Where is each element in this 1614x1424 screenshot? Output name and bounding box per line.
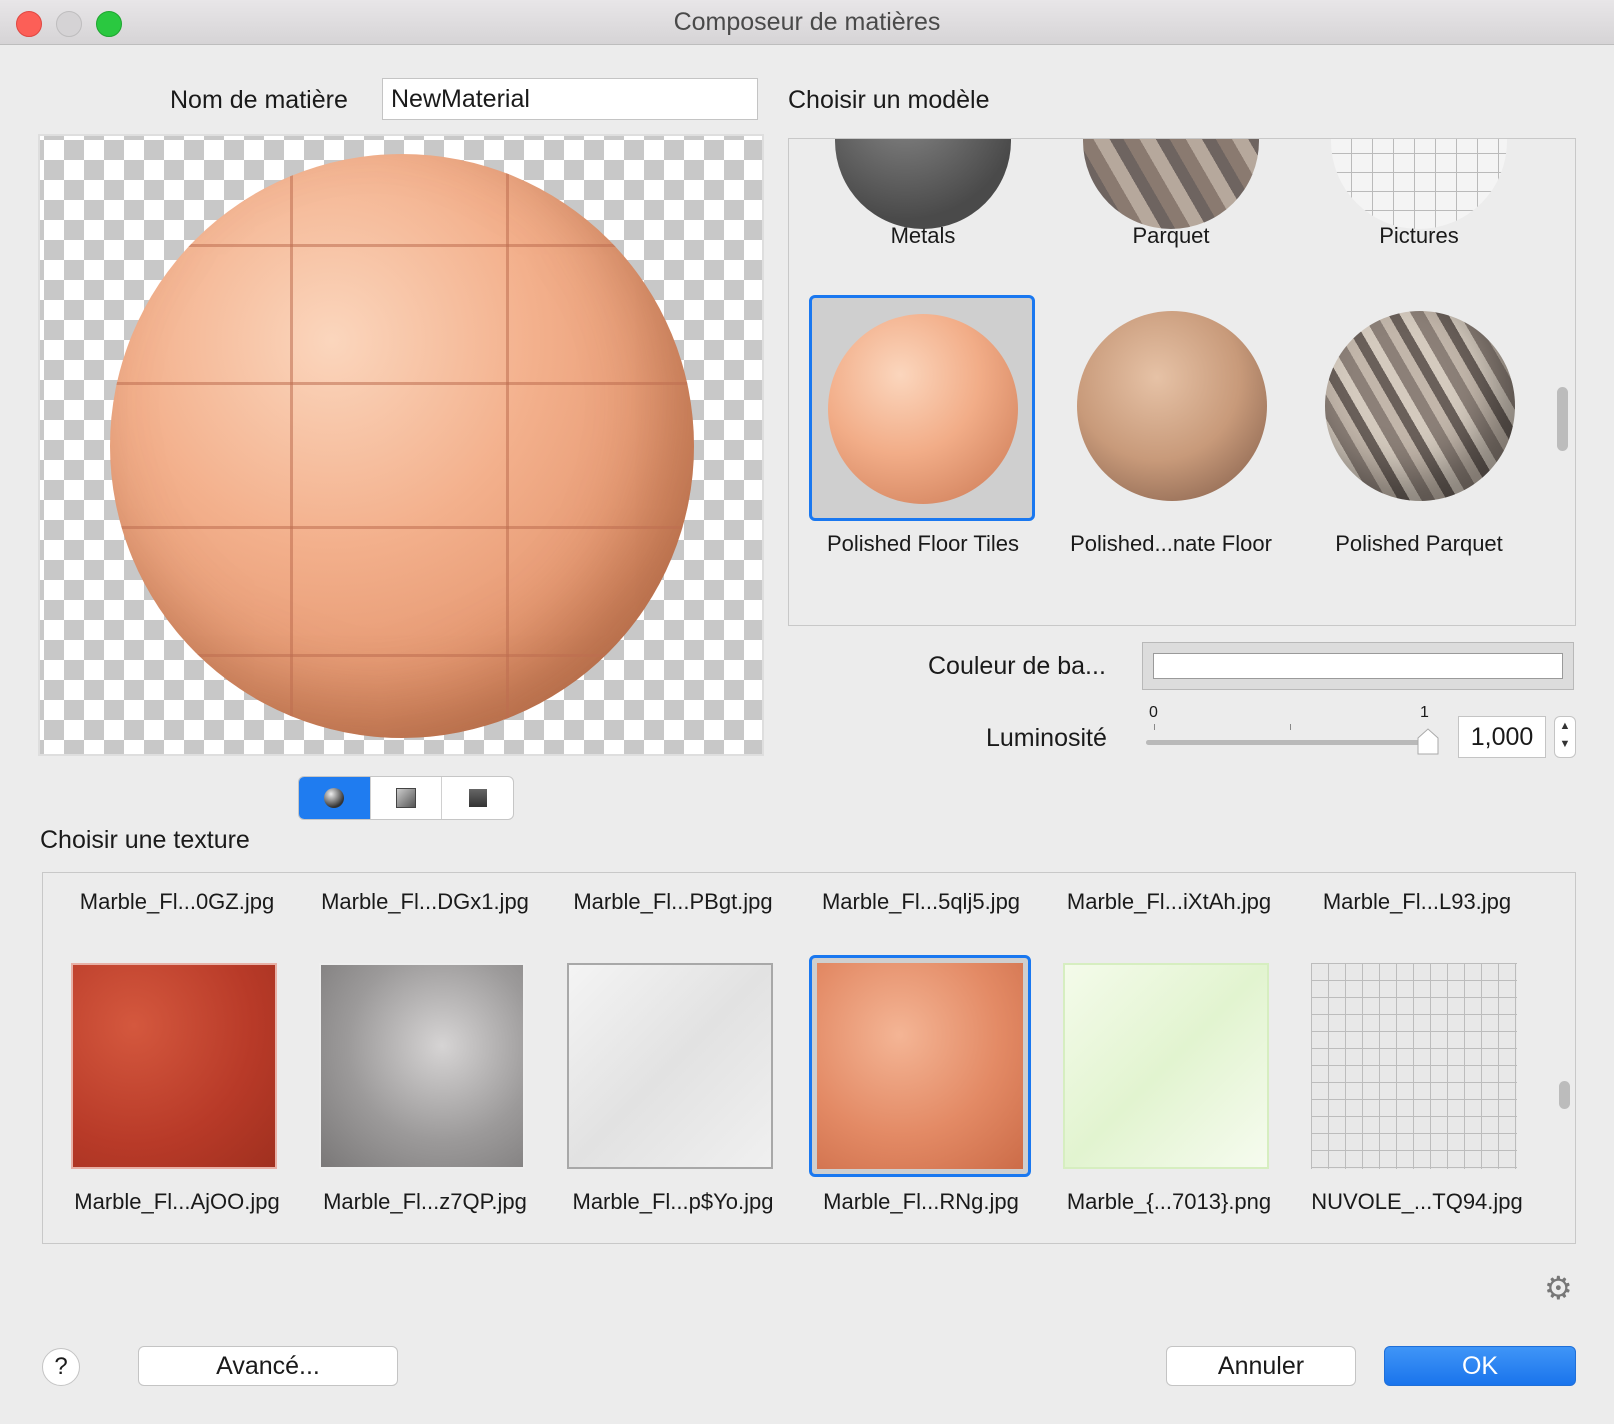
cancel-button[interactable]: Annuler bbox=[1166, 1346, 1356, 1386]
texture-thumbnail-grey-tiles[interactable] bbox=[1311, 963, 1517, 1169]
texture-thumbnail-red-marble[interactable] bbox=[71, 963, 277, 1169]
texture-label: Marble_Fl...DGx1.jpg bbox=[321, 889, 529, 914]
plane-shape-button[interactable] bbox=[442, 777, 513, 819]
luminosity-label: Luminosité bbox=[986, 724, 1107, 752]
cube-icon bbox=[396, 788, 416, 808]
pictures-thumbnail[interactable] bbox=[1331, 139, 1507, 229]
model-label-metals: Metals bbox=[890, 223, 956, 248]
texture-label: Marble_{...7013}.png bbox=[1066, 1189, 1272, 1214]
parquet-thumbnail[interactable] bbox=[1083, 139, 1259, 229]
model-label-polished-floor-tiles: Polished Floor Tiles bbox=[827, 531, 1019, 556]
model-label-polished-laminate-floor: Polished...nate Floor bbox=[1070, 531, 1272, 556]
luminosity-slider[interactable] bbox=[1146, 740, 1426, 745]
plane-icon bbox=[468, 789, 487, 807]
model-grid: Metals Parquet Pictures Polished Floor T… bbox=[788, 138, 1576, 626]
luminosity-min-label: 0 bbox=[1149, 704, 1158, 721]
texture-grid: Marble_Fl...0GZ.jpg Marble_Fl...DGx1.jpg… bbox=[42, 872, 1576, 1244]
texture-label: Marble_Fl...5qlj5.jpg bbox=[821, 889, 1021, 914]
polished-floor-tiles-thumbnail bbox=[828, 314, 1018, 504]
material-name-input[interactable]: NewMaterial bbox=[382, 78, 758, 120]
texture-item-selected[interactable] bbox=[809, 955, 1031, 1177]
texture-label: NUVOLE_...TQ94.jpg bbox=[1311, 1189, 1523, 1214]
material-preview bbox=[38, 134, 764, 756]
preview-shape-selector bbox=[298, 776, 514, 820]
base-color-swatch bbox=[1153, 653, 1563, 679]
material-name-label: Nom de matière bbox=[170, 86, 348, 114]
model-label-polished-parquet: Polished Parquet bbox=[1335, 531, 1503, 556]
texture-thumbnail-salmon-marble bbox=[817, 963, 1023, 1169]
texture-label: Marble_Fl...p$Yo.jpg bbox=[572, 1189, 774, 1214]
polished-parquet-thumbnail[interactable] bbox=[1325, 311, 1515, 501]
luminosity-slider-knob[interactable] bbox=[1416, 728, 1440, 756]
sphere-shape-button[interactable] bbox=[299, 777, 371, 819]
texture-thumbnail-white-marble[interactable] bbox=[567, 963, 773, 1169]
texture-label: Marble_Fl...0GZ.jpg bbox=[79, 889, 275, 914]
polished-laminate-floor-thumbnail[interactable] bbox=[1077, 311, 1267, 501]
luminosity-slider-fill bbox=[1146, 740, 1426, 745]
model-label-parquet: Parquet bbox=[1132, 223, 1210, 248]
texture-label: Marble_Fl...z7QP.jpg bbox=[323, 1189, 527, 1214]
texture-label: Marble_Fl...PBgt.jpg bbox=[573, 889, 773, 914]
texture-label: Marble_Fl...AjOO.jpg bbox=[74, 1189, 280, 1214]
window-title: Composeur de matières bbox=[673, 8, 941, 36]
texture-thumbnail-green-marble[interactable] bbox=[1063, 963, 1269, 1169]
base-color-label: Couleur de ba... bbox=[928, 652, 1106, 680]
texture-label: Marble_Fl...L93.jpg bbox=[1322, 889, 1512, 914]
ok-button[interactable]: OK bbox=[1384, 1346, 1576, 1386]
base-color-well[interactable] bbox=[1142, 642, 1574, 690]
texture-label: Marble_Fl...RNg.jpg bbox=[823, 1189, 1019, 1214]
sphere-icon bbox=[324, 788, 345, 808]
choose-texture-label: Choisir une texture bbox=[40, 826, 250, 854]
model-item-polished-floor-tiles[interactable] bbox=[809, 295, 1035, 521]
cube-shape-button[interactable] bbox=[371, 777, 443, 819]
title-bar: Composeur de matières bbox=[0, 0, 1614, 45]
advanced-button[interactable]: Avancé... bbox=[138, 1346, 398, 1386]
model-scrollbar[interactable] bbox=[1557, 387, 1568, 451]
luminosity-stepper[interactable]: ▲ ▼ bbox=[1554, 716, 1576, 758]
choose-model-label: Choisir un modèle bbox=[788, 86, 990, 114]
gear-icon[interactable]: ⚙ bbox=[1544, 1272, 1573, 1304]
model-label-pictures: Pictures bbox=[1379, 223, 1459, 248]
metals-thumbnail[interactable] bbox=[835, 139, 1011, 229]
texture-label: Marble_Fl...iXtAh.jpg bbox=[1066, 889, 1272, 914]
texture-scrollbar[interactable] bbox=[1559, 1081, 1570, 1109]
luminosity-max-label: 1 bbox=[1420, 704, 1429, 721]
help-button[interactable]: ? bbox=[42, 1348, 80, 1386]
preview-sphere bbox=[110, 154, 694, 738]
luminosity-value-field[interactable]: 1,000 bbox=[1458, 716, 1546, 758]
texture-thumbnail-grey-marble[interactable] bbox=[319, 963, 525, 1169]
material-composer-window: Composeur de matières Nom de matière New… bbox=[0, 0, 1614, 1424]
